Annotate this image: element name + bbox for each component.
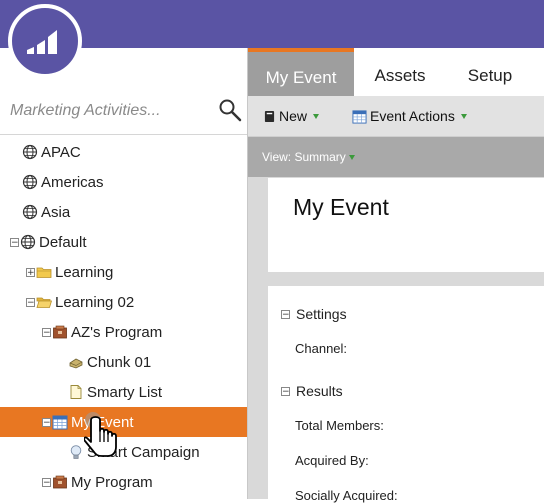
collapse-icon[interactable]: −	[10, 237, 19, 247]
program-icon	[53, 475, 67, 489]
event-actions-label: Event Actions	[370, 108, 455, 124]
results-section-header[interactable]: − Results	[281, 383, 343, 399]
tree-item-label: Learning 02	[55, 293, 135, 311]
main-pane: My Event Assets Setup New Event Actions …	[248, 48, 544, 503]
new-button[interactable]: New	[264, 106, 320, 126]
collapse-icon[interactable]: −	[42, 327, 51, 337]
tree-item-label: APAC	[41, 143, 81, 161]
tree-item-my-event[interactable]: − My Event	[0, 407, 289, 437]
tree-item-azs-program[interactable]: − AZ's Program	[0, 317, 289, 347]
program-icon	[53, 325, 67, 339]
tree-item-asia[interactable]: Asia	[0, 197, 269, 227]
tree-item-learning[interactable]: + Learning	[0, 257, 273, 287]
summary-header-panel: My Event	[268, 178, 544, 272]
globe-icon	[22, 144, 38, 160]
channel-field-label: Channel:	[295, 341, 348, 356]
page-title: My Event	[293, 194, 389, 220]
collapse-icon[interactable]: −	[26, 297, 35, 307]
tree-item-label: Asia	[41, 203, 71, 221]
lightbulb-icon	[70, 445, 82, 459]
calendar-icon	[352, 109, 367, 124]
dropdown-arrow-icon	[348, 154, 355, 160]
globe-icon	[22, 204, 38, 220]
event-actions-button[interactable]: Event Actions	[352, 106, 467, 126]
settings-section-header[interactable]: − Settings	[281, 306, 347, 322]
search-bar	[0, 88, 247, 135]
tab-my-event[interactable]: My Event	[248, 48, 354, 96]
folder-open-icon	[36, 297, 52, 308]
collapse-icon[interactable]: −	[42, 417, 51, 427]
marketo-logo[interactable]	[8, 4, 82, 78]
tab-assets[interactable]: Assets	[356, 48, 444, 96]
collapse-icon[interactable]: −	[42, 477, 51, 487]
calendar-icon	[52, 415, 68, 430]
view-selector[interactable]: View: Summary	[262, 150, 355, 164]
folder-icon	[36, 267, 52, 278]
collapse-icon[interactable]: −	[281, 309, 290, 319]
acquired-by-label: Acquired By:	[295, 453, 369, 468]
view-selector-label: View: Summary	[262, 150, 346, 164]
new-button-label: New	[279, 108, 308, 124]
tree-item-label: Chunk 01	[87, 353, 152, 371]
search-input[interactable]	[10, 100, 210, 122]
tree-item-label: Smarty List	[87, 383, 163, 401]
collapse-icon[interactable]: −	[281, 386, 290, 396]
tree-item-label: AZ's Program	[71, 323, 163, 341]
tree-item-my-program[interactable]: − My Program	[0, 467, 289, 497]
view-bar: View: Summary	[248, 137, 544, 177]
dropdown-arrow-icon	[313, 113, 320, 119]
dropdown-arrow-icon	[460, 113, 467, 119]
results-label: Results	[296, 383, 343, 399]
tree-item-default[interactable]: − Default	[0, 227, 257, 257]
tree-item-apac[interactable]: APAC	[0, 137, 269, 167]
toolbar: New Event Actions	[248, 96, 544, 137]
tree-item-label: Learning	[55, 263, 114, 281]
summary-details-panel: − Settings Channel: − Results Total Memb…	[268, 286, 544, 503]
expand-icon[interactable]: +	[26, 267, 35, 277]
globe-icon	[22, 174, 38, 190]
globe-icon	[20, 234, 36, 250]
chunk-icon	[69, 358, 83, 369]
search-icon[interactable]	[218, 98, 242, 122]
tab-setup[interactable]: Setup	[446, 48, 534, 96]
settings-label: Settings	[296, 306, 347, 322]
tab-bar: My Event Assets Setup	[248, 48, 544, 96]
total-members-label: Total Members:	[295, 418, 384, 433]
smart-list-icon	[70, 385, 82, 399]
socially-acquired-label: Socially Acquired:	[295, 488, 398, 503]
hand-cursor-icon	[84, 412, 117, 457]
tree-item-learning-02[interactable]: − Learning 02	[0, 287, 273, 317]
tree-item-label: Default	[39, 233, 87, 251]
tree-item-label: My Program	[71, 473, 153, 491]
tree-item-americas[interactable]: Americas	[0, 167, 269, 197]
book-icon	[264, 110, 275, 122]
logo-bars-icon	[27, 30, 57, 54]
tree-item-label: Americas	[41, 173, 104, 191]
